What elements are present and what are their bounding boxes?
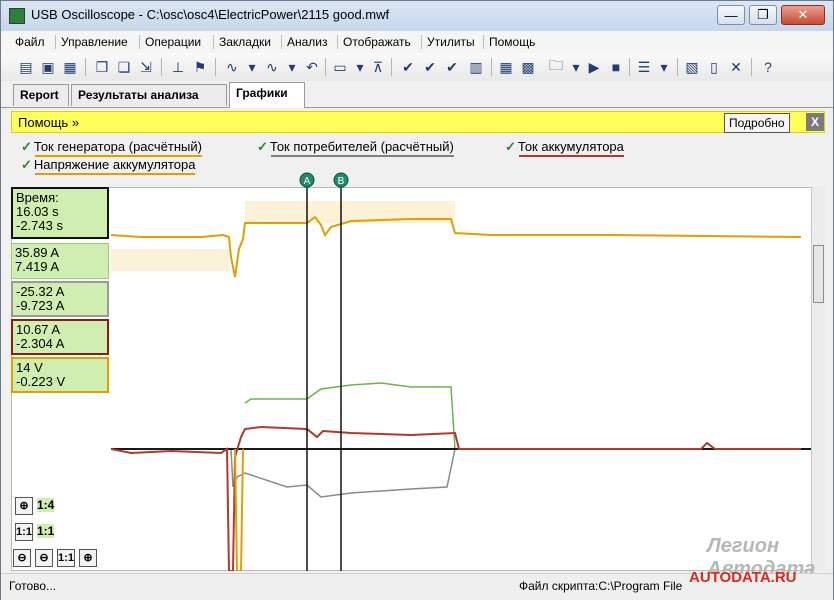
scrollbar-thumb[interactable] bbox=[813, 245, 824, 303]
cross-icon[interactable]: ✕ bbox=[727, 58, 745, 76]
zoom-in-icon[interactable]: ⊕ bbox=[15, 497, 33, 515]
checkmark-icon[interactable]: ✓ bbox=[257, 139, 268, 154]
menu-bar: Файл Управление Операции Закладки Анализ… bbox=[1, 31, 833, 54]
legend: ✓ Ток генератора (расчётный) ✓ Ток потреби… bbox=[11, 137, 825, 177]
zoom-in-y-icon[interactable]: ⊕ bbox=[79, 549, 97, 567]
legend-battery-voltage[interactable]: ✓ Напряжение аккумулятора bbox=[21, 157, 196, 175]
toolbar: ▤ ▣ ▦ ❐ ❏ ⇲ ⊥ ⚑ ∿ ▾ ∿ ▾ ↶ ▭ ▾ ⊼ ✔ ✔ ✔ ▥ … bbox=[1, 53, 833, 82]
check-icon[interactable]: ✔ bbox=[399, 58, 417, 76]
oscilloscope-plot[interactable] bbox=[111, 187, 811, 571]
dropdown-arrow-icon[interactable]: ▾ bbox=[567, 58, 585, 76]
zoom-out-y-icon[interactable]: ⊖ bbox=[35, 549, 53, 567]
channel2-readout: -25.32 A -9.723 A bbox=[11, 281, 109, 317]
minimize-button[interactable]: — bbox=[717, 5, 745, 25]
menu-help[interactable]: Помощь bbox=[489, 35, 535, 49]
waveform-b-icon[interactable]: ∿ bbox=[263, 58, 281, 76]
cursor-handles: A B bbox=[299, 172, 349, 188]
cursor-a-label: A bbox=[304, 176, 311, 187]
tab-analysis-results[interactable]: Результаты анализа bbox=[71, 84, 227, 106]
copy-icon[interactable]: ❐ bbox=[93, 58, 111, 76]
help-text[interactable]: Помощь » bbox=[18, 115, 79, 130]
cursor-icon[interactable]: ⊥ bbox=[169, 58, 187, 76]
legend-generator-current[interactable]: ✓ Ток генератора (расчётный) bbox=[21, 139, 202, 157]
help-close-button[interactable]: X bbox=[806, 113, 824, 131]
status-text: Готово... bbox=[9, 579, 57, 593]
window-title: USB Oscilloscope - C:\osc\osc4\ElectricP… bbox=[31, 7, 390, 22]
menu-bookmarks[interactable]: Закладки bbox=[219, 35, 271, 49]
time-readout: Время: 16.03 s -2.743 s bbox=[11, 187, 109, 239]
checkmark-icon[interactable]: ✓ bbox=[21, 139, 32, 154]
dropdown-arrow-icon[interactable]: ▾ bbox=[351, 58, 369, 76]
check-triple-icon[interactable]: ✔ bbox=[443, 58, 461, 76]
open-folder-icon[interactable]: ▤ bbox=[17, 58, 35, 76]
export-icon[interactable]: ⇲ bbox=[137, 58, 155, 76]
folder-icon[interactable]: 🗀 bbox=[547, 57, 565, 76]
generator-current-spike-trace bbox=[234, 448, 244, 571]
flag-icon[interactable]: ⚑ bbox=[191, 58, 209, 76]
checkmark-icon[interactable]: ✓ bbox=[505, 139, 516, 154]
channel1-readout: 35.89 A 7.419 A bbox=[11, 243, 109, 279]
print-icon[interactable]: ▦ bbox=[61, 58, 79, 76]
cursor-b-label: B bbox=[338, 176, 345, 187]
legend-consumers-current[interactable]: ✓ Ток потребителей (расчётный) bbox=[257, 139, 454, 157]
page-icon[interactable]: ▯ bbox=[705, 58, 723, 76]
help-icon[interactable]: ? bbox=[759, 58, 777, 76]
paste-icon[interactable]: ❏ bbox=[115, 58, 133, 76]
tab-report[interactable]: Report bbox=[13, 84, 69, 106]
zoom-controls: ⊕ 1:4 1:1 1:1 ⊖ ⊖ 1:1 ⊕ bbox=[11, 493, 111, 573]
layout-icon[interactable]: ▩ bbox=[519, 58, 537, 76]
highlight-band bbox=[111, 249, 229, 271]
save-icon[interactable]: ▣ bbox=[39, 58, 57, 76]
consumers-current-trace bbox=[244, 382, 456, 450]
watermark-site: AUTODATA.RU bbox=[689, 569, 797, 586]
app-window: USB Oscilloscope - C:\osc\osc4\ElectricP… bbox=[0, 0, 834, 600]
waveform-a-icon[interactable]: ∿ bbox=[223, 58, 241, 76]
channels-icon[interactable]: ☰ bbox=[635, 58, 653, 76]
check-double-icon[interactable]: ✔ bbox=[421, 58, 439, 76]
zoom-ratio-a: 1:4 bbox=[37, 498, 55, 512]
help-bar: Помощь » Подробно X bbox=[11, 111, 825, 133]
restore-button[interactable]: ❐ bbox=[749, 5, 777, 25]
script-file-path: Файл скрипта:C:\Program File bbox=[519, 579, 683, 593]
document-icon[interactable]: ▥ bbox=[467, 58, 485, 76]
image-icon[interactable]: ▧ bbox=[683, 58, 701, 76]
legend-battery-current[interactable]: ✓ Ток аккумулятора bbox=[505, 139, 624, 157]
checkmark-icon[interactable]: ✓ bbox=[21, 157, 32, 172]
dropdown-arrow-icon[interactable]: ▾ bbox=[655, 58, 673, 76]
menu-view[interactable]: Отображать bbox=[343, 35, 411, 49]
menu-analysis[interactable]: Анализ bbox=[287, 35, 328, 49]
oscilloscope-app-icon bbox=[9, 8, 25, 24]
menu-file[interactable]: Файл bbox=[15, 35, 45, 49]
tab-graphs[interactable]: Графики bbox=[229, 82, 305, 108]
zoom-ratio-b: 1:1 bbox=[37, 524, 55, 538]
zoom-out-x-icon[interactable]: ⊖ bbox=[13, 549, 31, 567]
consumers-current-negative-trace bbox=[230, 448, 456, 498]
details-button[interactable]: Подробно bbox=[724, 113, 790, 133]
filter-icon[interactable]: ⊼ bbox=[369, 58, 387, 76]
zoom-fit-button[interactable]: 1:1 bbox=[57, 549, 75, 567]
close-button[interactable]: ✕ bbox=[781, 5, 825, 25]
tab-strip: Report Результаты анализа Графики bbox=[1, 81, 833, 108]
screen-icon[interactable]: ▭ bbox=[331, 58, 349, 76]
title-bar: USB Oscilloscope - C:\osc\osc4\ElectricP… bbox=[1, 1, 833, 32]
dropdown-arrow-icon[interactable]: ▾ bbox=[243, 58, 261, 76]
channel4-readout: 14 V -0.223 V bbox=[11, 357, 109, 393]
play-icon[interactable]: ▶ bbox=[585, 58, 603, 76]
reset-zoom-button[interactable]: 1:1 bbox=[15, 523, 33, 541]
stop-icon[interactable]: ■ bbox=[607, 58, 625, 76]
undo-icon[interactable]: ↶ bbox=[303, 58, 321, 76]
vertical-scrollbar[interactable] bbox=[811, 187, 826, 571]
menu-operations[interactable]: Операции bbox=[145, 35, 201, 49]
channel3-readout: 10.67 A -2.304 A bbox=[11, 319, 109, 355]
menu-utilities[interactable]: Утилиты bbox=[427, 35, 475, 49]
menu-control[interactable]: Управление bbox=[61, 35, 128, 49]
grid-icon[interactable]: ▦ bbox=[497, 58, 515, 76]
dropdown-arrow-icon[interactable]: ▾ bbox=[283, 58, 301, 76]
